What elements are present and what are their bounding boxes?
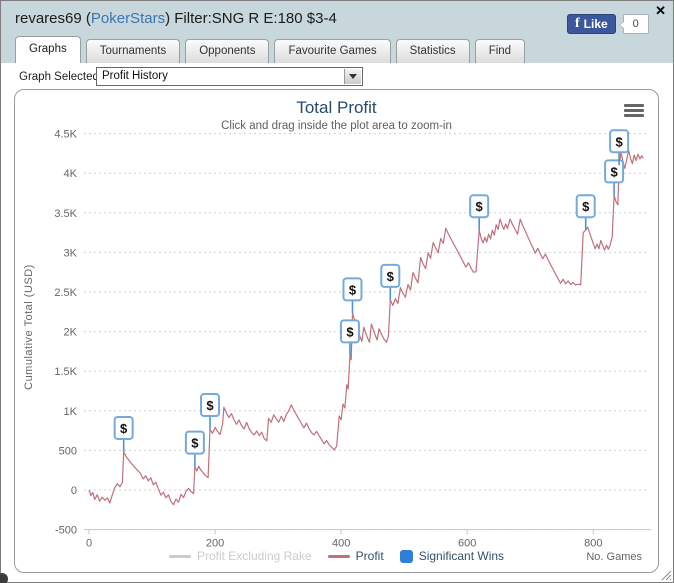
y-tick-label: 4.5K <box>54 129 77 141</box>
graph-selected-label: Graph Selected: <box>19 71 103 83</box>
window-title: revares69 (PokerStars) Filter:SNG R E:18… <box>15 10 337 27</box>
y-tick-label: 3K <box>64 247 78 259</box>
y-tick-label: 1.5K <box>54 366 77 378</box>
facebook-icon: f <box>575 16 580 31</box>
x-tick-label: 400 <box>332 538 350 550</box>
significant-win-marker[interactable]: $ <box>469 194 490 231</box>
graph-selector-value: Profit History <box>102 70 168 82</box>
svg-text:$: $ <box>346 324 354 339</box>
y-tick-label: 2K <box>64 327 78 339</box>
svg-text:$: $ <box>610 164 618 179</box>
tab-graphs[interactable]: Graphs <box>15 36 81 63</box>
legend-item-profit[interactable]: Profit <box>327 549 384 563</box>
x-tick-label: 0 <box>86 538 92 550</box>
significant-win-marker[interactable]: $ <box>380 263 401 300</box>
tab-bar: Graphs Tournaments Opponents Favourite G… <box>15 36 526 63</box>
filter-text: ) Filter:SNG R E:180 $3-4 <box>165 10 337 27</box>
tab-tournaments[interactable]: Tournaments <box>85 39 181 63</box>
corner-dot <box>0 573 8 583</box>
svg-text:$: $ <box>476 199 484 214</box>
legend-label: Profit Excluding Rake <box>196 549 312 563</box>
tab-favourite-games[interactable]: Favourite Games <box>274 39 391 63</box>
legend-label: Significant Wins <box>418 549 505 563</box>
significant-win-marker[interactable]: $ <box>200 393 221 430</box>
y-tick-label: 1K <box>64 406 78 418</box>
y-tick-label: 0 <box>71 485 77 497</box>
legend-label: Profit <box>355 549 384 563</box>
profit-chart-svg[interactable]: -500 0 500 1K 1.5K 2K 2.5K 3K 3.5K 4K 4.5K 0 200 400 6… <box>15 90 660 574</box>
resize-grip[interactable] <box>661 570 672 581</box>
y-axis-title: Cumulative Total (USD) <box>23 264 35 390</box>
y-tick-label: 4K <box>64 168 78 180</box>
facebook-like-count: 0 <box>618 14 649 34</box>
svg-text:$: $ <box>191 436 199 451</box>
legend-square-icon <box>399 549 413 563</box>
svg-text:$: $ <box>615 134 623 149</box>
tab-opponents[interactable]: Opponents <box>185 39 270 63</box>
y-tick-label: 2.5K <box>54 287 77 299</box>
svg-text:$: $ <box>120 421 128 436</box>
facebook-like-button[interactable]: f Like <box>567 14 616 34</box>
svg-text:$: $ <box>206 398 214 413</box>
graph-selector-dropdown[interactable]: Profit History <box>96 67 363 86</box>
legend-item-profit-excluding-rake[interactable]: Profit Excluding Rake <box>168 549 312 563</box>
y-tick-label: 500 <box>59 445 77 457</box>
facebook-like-widget: f Like 0 <box>567 14 649 34</box>
x-tick-label: 200 <box>206 538 224 550</box>
chevron-down-icon[interactable] <box>344 69 361 84</box>
significant-win-marker[interactable]: $ <box>575 194 596 231</box>
svg-text:$: $ <box>582 199 590 214</box>
x-axis-title: No. Games <box>586 551 642 563</box>
significant-win-marker[interactable]: $ <box>339 319 360 356</box>
pokerstars-link[interactable]: PokerStars <box>91 10 165 27</box>
tab-statistics[interactable]: Statistics <box>395 39 470 63</box>
svg-text:$: $ <box>349 282 357 297</box>
legend-item-significant-wins[interactable]: Significant Wins <box>399 549 505 563</box>
significant-win-marker[interactable]: $ <box>342 277 363 314</box>
player-name: revares69 ( <box>15 10 91 27</box>
significant-win-marker[interactable]: $ <box>113 415 134 452</box>
chart-legend: Profit Excluding Rake Profit Significant W… <box>15 549 658 563</box>
facebook-like-label: Like <box>583 17 608 31</box>
y-tick-label: -500 <box>55 525 77 537</box>
y-tick-label: 3.5K <box>54 208 77 220</box>
profit-line <box>88 149 644 506</box>
x-tick-label: 600 <box>458 538 476 550</box>
close-icon[interactable]: ✕ <box>655 4 666 17</box>
legend-line-icon <box>327 554 350 558</box>
x-tick-label: 800 <box>584 538 602 550</box>
significant-win-marker[interactable]: $ <box>604 159 625 196</box>
svg-text:$: $ <box>387 269 395 284</box>
tab-find[interactable]: Find <box>474 39 526 63</box>
window-header: revares69 (PokerStars) Filter:SNG R E:18… <box>1 1 673 63</box>
legend-line-icon <box>168 554 191 558</box>
significant-win-marker[interactable]: $ <box>184 430 205 467</box>
chart-panel: Total Profit Click and drag inside the p… <box>14 89 659 573</box>
